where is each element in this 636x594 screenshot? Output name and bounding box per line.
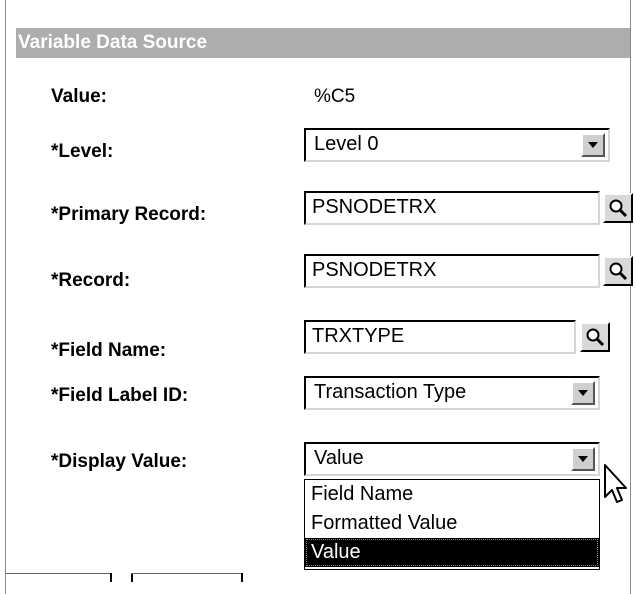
value-label: Value:	[51, 86, 107, 107]
chevron-down-icon[interactable]	[581, 133, 605, 157]
display-value-options: Field Name Formatted Value Value	[304, 479, 600, 570]
field-name-lookup-button[interactable]	[580, 322, 610, 352]
level-label: *Level:	[51, 141, 114, 162]
field-label-id-select[interactable]: Transaction Type	[304, 376, 600, 410]
display-value-select[interactable]: Value	[304, 442, 600, 476]
bottom-button-fragment[interactable]	[6, 573, 112, 594]
display-value-label: *Display Value:	[51, 451, 188, 472]
option-value[interactable]: Value	[305, 538, 599, 567]
value-text: %C5	[314, 86, 356, 107]
bottom-button-fragment[interactable]	[131, 573, 243, 594]
field-label-id-value: Transaction Type	[314, 381, 467, 403]
magnifier-icon	[586, 328, 605, 347]
magnifier-icon	[609, 262, 628, 281]
field-name-input[interactable]: TRXTYPE	[304, 320, 576, 354]
level-select[interactable]: Level 0	[304, 128, 610, 162]
option-field-name[interactable]: Field Name	[305, 480, 599, 509]
chevron-down-icon[interactable]	[571, 447, 595, 471]
primary-record-input[interactable]: PSNODETRX	[304, 191, 600, 225]
level-select-value: Level 0	[314, 133, 379, 155]
record-lookup-button[interactable]	[603, 256, 633, 286]
primary-record-lookup-button[interactable]	[603, 193, 633, 223]
chevron-down-icon[interactable]	[571, 381, 595, 405]
record-label: *Record:	[51, 270, 131, 291]
primary-record-label: *Primary Record:	[51, 204, 207, 225]
field-label-id-label: *Field Label ID:	[51, 385, 189, 406]
mouse-pointer-icon	[604, 464, 627, 503]
left-border	[5, 0, 6, 594]
section-header: Variable Data Source	[16, 28, 630, 58]
right-border	[630, 0, 631, 594]
display-value-value: Value	[314, 447, 364, 469]
magnifier-icon	[609, 199, 628, 218]
record-input[interactable]: PSNODETRX	[304, 254, 600, 288]
field-name-label: *Field Name:	[51, 340, 167, 361]
option-formatted-value[interactable]: Formatted Value	[305, 509, 599, 538]
